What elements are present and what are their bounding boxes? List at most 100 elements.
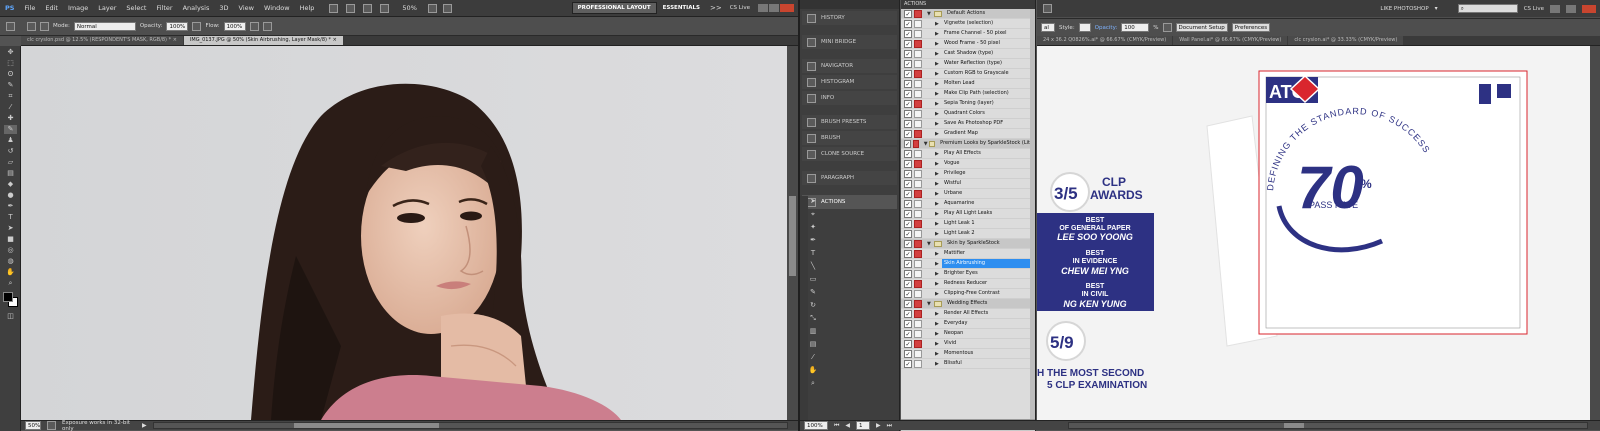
- action-row[interactable]: ✓ ▶ Clipping-Free Contrast: [901, 289, 1035, 299]
- extras-icon[interactable]: [442, 3, 452, 13]
- workspace-essentials-button[interactable]: ESSENTIALS: [657, 3, 706, 13]
- more-workspaces-icon[interactable]: >>: [706, 4, 726, 12]
- color-swatches[interactable]: [2, 291, 20, 309]
- dialog-toggle-icon[interactable]: [914, 159, 922, 168]
- dialog-toggle-icon[interactable]: [914, 149, 922, 158]
- tab-close-icon[interactable]: ×: [333, 37, 337, 43]
- document-setup-button-2[interactable]: Document Setup: [1175, 23, 1228, 32]
- dialog-toggle-icon[interactable]: [914, 109, 922, 118]
- crop-tool-icon[interactable]: ⌗: [4, 92, 17, 101]
- expand-chevron-right-icon[interactable]: ▶: [935, 261, 942, 267]
- expand-chevron-right-icon[interactable]: ▶: [935, 61, 942, 67]
- hand-tool-icon[interactable]: ✋: [4, 268, 17, 277]
- path-select-tool-icon[interactable]: ➤: [4, 224, 17, 233]
- action-row[interactable]: ✓ ▶ Privilege: [901, 169, 1035, 179]
- lasso-tool-icon[interactable]: ʘ: [4, 70, 17, 79]
- expand-chevron-right-icon[interactable]: ▶: [935, 211, 942, 217]
- dialog-toggle-icon[interactable]: [914, 169, 922, 178]
- ai-brush-tool-icon[interactable]: ✎: [808, 288, 818, 297]
- action-row[interactable]: ✓ ▶ Quadrant Colors: [901, 109, 1035, 119]
- dialog-toggle-icon[interactable]: [914, 239, 922, 248]
- action-row[interactable]: ✓ ▶ Light Leak 2: [901, 229, 1035, 239]
- help-search-input[interactable]: ⌕: [1457, 4, 1518, 13]
- expand-chevron-right-icon[interactable]: ▶: [935, 81, 942, 87]
- menu-window[interactable]: Window: [259, 4, 295, 12]
- dialog-toggle-icon[interactable]: [914, 129, 922, 138]
- dialog-toggle-icon[interactable]: [914, 289, 922, 298]
- action-row[interactable]: ✓ ▶ Water Reflection (type): [901, 59, 1035, 69]
- panel-clone-source[interactable]: CLONE SOURCE: [802, 147, 897, 161]
- panel-brush-presets[interactable]: BRUSH PRESETS: [802, 115, 897, 129]
- expand-chevron-right-icon[interactable]: ▶: [935, 91, 942, 97]
- ai-minimize-button[interactable]: [1550, 4, 1560, 13]
- action-row[interactable]: ✓ ▶ Skin Airbrushing: [901, 259, 1035, 269]
- last-page-icon[interactable]: ⏭: [887, 422, 892, 430]
- expand-chevron-right-icon[interactable]: ▶: [935, 181, 942, 187]
- ai-arrange-icon[interactable]: [1043, 4, 1052, 13]
- action-row[interactable]: ✓ ▶ Vivid: [901, 339, 1035, 349]
- expand-chevron-right-icon[interactable]: ▶: [935, 21, 942, 27]
- artboard-area[interactable]: 3/5 CLP AWARDS BEST OF GENERAL PAPER LEE…: [1037, 46, 1590, 420]
- expand-chevron-down-icon[interactable]: ▼: [927, 301, 934, 307]
- toggle-checkbox-icon[interactable]: ✓: [904, 29, 912, 38]
- menu-3d[interactable]: 3D: [214, 4, 233, 12]
- action-row[interactable]: ✓ ▶ Frame Channel - 50 pixel: [901, 29, 1035, 39]
- ai-zoom-field[interactable]: 100%: [804, 421, 828, 430]
- ai-graph-tool-icon[interactable]: ▥: [808, 327, 818, 336]
- quick-select-tool-icon[interactable]: ✎: [4, 81, 17, 90]
- toggle-checkbox-icon[interactable]: ✓: [904, 219, 912, 228]
- minimize-button[interactable]: [758, 4, 768, 12]
- dialog-toggle-icon[interactable]: [914, 259, 922, 268]
- ai-magic-wand-tool-icon[interactable]: ✦: [808, 223, 818, 232]
- expand-chevron-right-icon[interactable]: ▶: [935, 201, 942, 207]
- panel-brush[interactable]: BRUSH: [802, 131, 897, 145]
- preferences-button-2[interactable]: Preferences: [1231, 23, 1271, 32]
- dialog-toggle-icon[interactable]: [914, 339, 922, 348]
- action-row[interactable]: ✓ ▶ Play All Light Leaks: [901, 209, 1035, 219]
- panel-navigator[interactable]: NAVIGATOR: [802, 59, 897, 73]
- dialog-toggle-icon[interactable]: [914, 99, 922, 108]
- arrange-icon[interactable]: [380, 3, 390, 13]
- panel-histogram[interactable]: HISTOGRAM: [802, 75, 897, 89]
- action-row[interactable]: ✓ ▶ Blissful: [901, 359, 1035, 369]
- expand-chevron-right-icon[interactable]: ▶: [935, 111, 942, 117]
- expand-chevron-right-icon[interactable]: ▶: [935, 51, 942, 57]
- action-row[interactable]: ✓ ▶ Vogue: [901, 159, 1035, 169]
- toggle-checkbox-icon[interactable]: ✓: [904, 209, 912, 218]
- toggle-checkbox-icon[interactable]: ✓: [904, 349, 912, 358]
- toggle-checkbox-icon[interactable]: ✓: [904, 279, 912, 288]
- menu-file[interactable]: File: [19, 4, 40, 12]
- stamp-tool-icon[interactable]: ♟: [4, 136, 17, 145]
- ai-type-tool-icon[interactable]: T: [808, 249, 818, 258]
- toggle-checkbox-icon[interactable]: ✓: [904, 359, 912, 368]
- toggle-checkbox-icon[interactable]: ✓: [904, 319, 912, 328]
- 3d-rotate-tool-icon[interactable]: ◎: [4, 246, 17, 255]
- ai-tab-3[interactable]: clc cryslon.ai* @ 33.33% (CMYK/Preview): [1288, 36, 1404, 45]
- toggle-checkbox-icon[interactable]: ✓: [904, 179, 912, 188]
- ai-zoom-tool-icon[interactable]: ⌕: [808, 379, 818, 388]
- ai-direct-select-tool-icon[interactable]: ⌖: [808, 210, 818, 219]
- ai-recolor-icon-2[interactable]: [1162, 23, 1172, 32]
- menu-layer[interactable]: Layer: [93, 4, 121, 12]
- expand-chevron-right-icon[interactable]: ▶: [935, 361, 942, 367]
- action-row[interactable]: ✓ ▶ Vignette (selection): [901, 19, 1035, 29]
- dialog-toggle-icon[interactable]: [914, 359, 922, 368]
- status-menu-arrow-icon[interactable]: ▶: [142, 422, 147, 429]
- ai-style-swatch-2[interactable]: [1078, 23, 1091, 32]
- action-set-row[interactable]: ✓ ▼ Skin by SparkleStock: [901, 239, 1035, 249]
- page-field[interactable]: 1: [856, 421, 871, 430]
- expand-chevron-right-icon[interactable]: ▶: [935, 281, 942, 287]
- prev-page-icon[interactable]: ◀: [845, 422, 850, 429]
- shape-tool-icon[interactable]: ■: [4, 235, 17, 244]
- brush-panel-toggle-icon[interactable]: [40, 21, 49, 31]
- ai-vertical-scrollbar[interactable]: [1590, 46, 1600, 420]
- blur-tool-icon[interactable]: ◆: [4, 180, 17, 189]
- toggle-checkbox-icon[interactable]: ✓: [904, 309, 912, 318]
- action-row[interactable]: ✓ ▶ Molten Lead: [901, 79, 1035, 89]
- toggle-checkbox-icon[interactable]: ✓: [904, 299, 912, 308]
- dialog-toggle-icon[interactable]: [914, 69, 922, 78]
- toggle-checkbox-icon[interactable]: ✓: [904, 69, 912, 78]
- opacity-field[interactable]: 100%: [166, 21, 189, 31]
- dialog-toggle-icon[interactable]: [914, 319, 922, 328]
- dialog-toggle-icon[interactable]: [914, 229, 922, 238]
